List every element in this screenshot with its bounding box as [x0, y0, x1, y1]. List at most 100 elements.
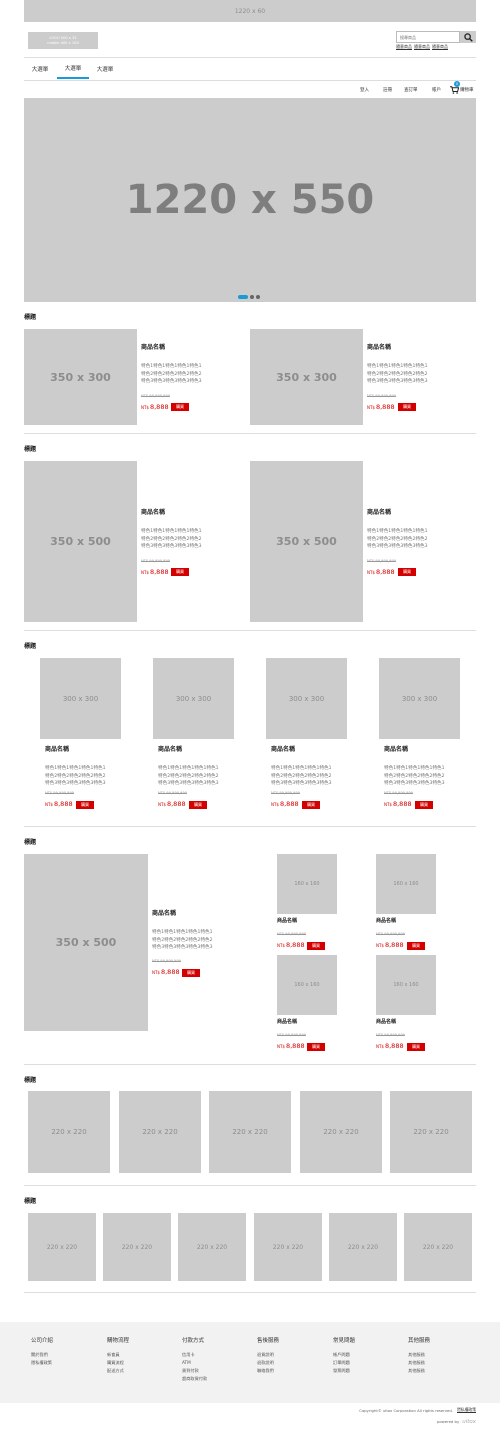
footer-link[interactable]: 配送方式 [107, 1368, 124, 1374]
hero-banner[interactable]: 1220 x 550 [24, 98, 476, 302]
buy-label: 購買 [420, 802, 428, 807]
promo-image[interactable]: 220 x 220 [28, 1213, 96, 1281]
footer-link[interactable]: 其他服務 [408, 1368, 425, 1374]
promo-image[interactable]: 220 x 220 [254, 1213, 322, 1281]
promo-image[interactable]: 220 x 220 [390, 1091, 472, 1173]
promo-image[interactable]: 220 x 220 [28, 1091, 110, 1173]
powered-by-brand-logo[interactable]: uitox [462, 1419, 476, 1425]
footer-link[interactable]: 聯絡我們 [257, 1368, 274, 1374]
promo-image[interactable]: 220 x 220 [300, 1091, 382, 1173]
promo-image[interactable]: 220 x 220 [329, 1213, 397, 1281]
register-link[interactable]: 註冊 [383, 87, 392, 93]
buy-button[interactable]: 購買 [307, 1043, 325, 1051]
buy-button[interactable]: 購買 [307, 942, 325, 950]
product-name[interactable]: 商品名稱 [376, 917, 396, 924]
product-name[interactable]: 商品名稱 [376, 1018, 396, 1025]
desc-line: 特色2特色2特色2特色2特色2 [141, 536, 202, 542]
tab-main-1[interactable]: 大選單 [24, 58, 56, 79]
product-name[interactable]: 商品名稱 [141, 342, 165, 351]
product-image[interactable]: 300 x 300 [379, 658, 460, 739]
search-input[interactable] [396, 31, 460, 43]
buy-button[interactable]: 購買 [398, 568, 416, 576]
hero-dot[interactable] [256, 295, 260, 299]
footer-link[interactable]: 退貨說明 [257, 1352, 274, 1358]
product-name[interactable]: 商品名稱 [367, 507, 391, 516]
promo-image[interactable]: 220 x 220 [119, 1091, 201, 1173]
sale-price: NT$ 8,888 [271, 800, 299, 808]
orders-link[interactable]: 查訂單 [404, 87, 418, 93]
buy-button[interactable]: 購買 [407, 942, 425, 950]
buy-button[interactable]: 購買 [415, 801, 433, 809]
product-name[interactable]: 商品名稱 [152, 908, 176, 917]
privacy-link[interactable]: 隱私權政策 [457, 1407, 476, 1413]
buy-button[interactable]: 購買 [182, 969, 200, 977]
hot-link[interactable]: 隨意商品 [414, 44, 430, 50]
product-name[interactable]: 商品名稱 [158, 744, 182, 753]
product-name[interactable]: 商品名稱 [271, 744, 295, 753]
product-image[interactable]: 160 x 160 [376, 955, 436, 1015]
product-image[interactable]: 300 x 300 [153, 658, 234, 739]
product-name[interactable]: 商品名稱 [45, 744, 69, 753]
product-name[interactable]: 商品名稱 [141, 507, 165, 516]
hero-dot-active[interactable] [238, 295, 248, 299]
promo-image[interactable]: 220 x 220 [404, 1213, 472, 1281]
footer-link[interactable]: 訂單問題 [333, 1360, 350, 1366]
product-image[interactable]: 160 x 160 [376, 854, 436, 914]
search-box [396, 31, 476, 43]
product-image[interactable]: 160 x 160 [277, 854, 337, 914]
promo-image[interactable]: 220 x 220 [103, 1213, 171, 1281]
product-name[interactable]: 商品名稱 [277, 1018, 297, 1025]
promo-image[interactable]: 220 x 220 [209, 1091, 291, 1173]
footer-link[interactable]: 信用卡 [182, 1352, 195, 1358]
buy-button[interactable]: 購買 [76, 801, 94, 809]
desc-line: 特色1特色1特色1特色1特色1 [158, 766, 219, 771]
footer-link[interactable]: 關於我們 [31, 1352, 48, 1358]
footer-link[interactable]: 其他服務 [408, 1352, 425, 1358]
tab-main-3[interactable]: 大選單 [89, 58, 121, 79]
product-image[interactable]: 300 x 300 [40, 658, 121, 739]
footer-link[interactable]: 新會員 [107, 1352, 120, 1358]
promo-image[interactable]: 220 x 220 [178, 1213, 246, 1281]
account-link[interactable]: 帳戶 [432, 87, 441, 93]
buy-button[interactable]: 購買 [407, 1043, 425, 1051]
product-image[interactable]: 350 x 300 [24, 329, 137, 425]
cart-button[interactable]: 0 購物車 [450, 81, 477, 96]
footer-link[interactable]: 退款說明 [257, 1360, 274, 1366]
buy-button[interactable]: 購買 [302, 801, 320, 809]
sale-price: NT$ 8,888 [141, 403, 169, 411]
footer-link[interactable]: 其他服務 [408, 1360, 425, 1366]
footer-link[interactable]: 隱私權政策 [31, 1360, 52, 1366]
desc-line: 特色1特色1特色1特色1特色1 [141, 529, 202, 534]
footer-link[interactable]: 發票問題 [333, 1368, 350, 1374]
product-name[interactable]: 商品名稱 [277, 917, 297, 924]
buy-button[interactable]: 購買 [171, 568, 189, 576]
product-image[interactable]: 350 x 500 [24, 461, 137, 622]
search-button[interactable] [460, 31, 476, 43]
buy-button[interactable]: 購買 [189, 801, 207, 809]
product-image[interactable]: 350 x 500 [250, 461, 363, 622]
hero-dot[interactable] [250, 295, 254, 299]
cart-label: 購物車 [460, 88, 474, 93]
desc-line: 特色1特色1特色1特色1特色1 [271, 766, 332, 771]
product-name[interactable]: 商品名稱 [367, 342, 391, 351]
logo-line-2: mobile 400 x 100 [47, 40, 79, 45]
footer-link[interactable]: 貨到付款 [182, 1368, 199, 1374]
hot-link[interactable]: 隨意商品 [432, 44, 448, 50]
buy-label: 購買 [194, 802, 202, 807]
buy-button[interactable]: 購買 [171, 403, 189, 411]
logo[interactable]: LOGO 500 x 32 mobile 400 x 100 [28, 32, 98, 49]
product-name[interactable]: 商品名稱 [384, 744, 408, 753]
hot-link[interactable]: 隨意商品 [396, 44, 412, 50]
top-ad-banner[interactable]: 1220 x 60 [24, 0, 476, 22]
footer-link[interactable]: ATM [182, 1360, 191, 1365]
product-image[interactable]: 300 x 300 [266, 658, 347, 739]
footer-link[interactable]: 超商取貨付款 [182, 1376, 207, 1382]
buy-button[interactable]: 購買 [398, 403, 416, 411]
product-image[interactable]: 350 x 300 [250, 329, 363, 425]
login-link[interactable]: 登入 [360, 87, 369, 93]
footer-link[interactable]: 帳戶問題 [333, 1352, 350, 1358]
footer-link[interactable]: 購買流程 [107, 1360, 124, 1366]
product-image[interactable]: 350 x 500 [24, 854, 148, 1031]
product-image[interactable]: 160 x 160 [277, 955, 337, 1015]
tab-main-2[interactable]: 大選單 [57, 58, 89, 79]
